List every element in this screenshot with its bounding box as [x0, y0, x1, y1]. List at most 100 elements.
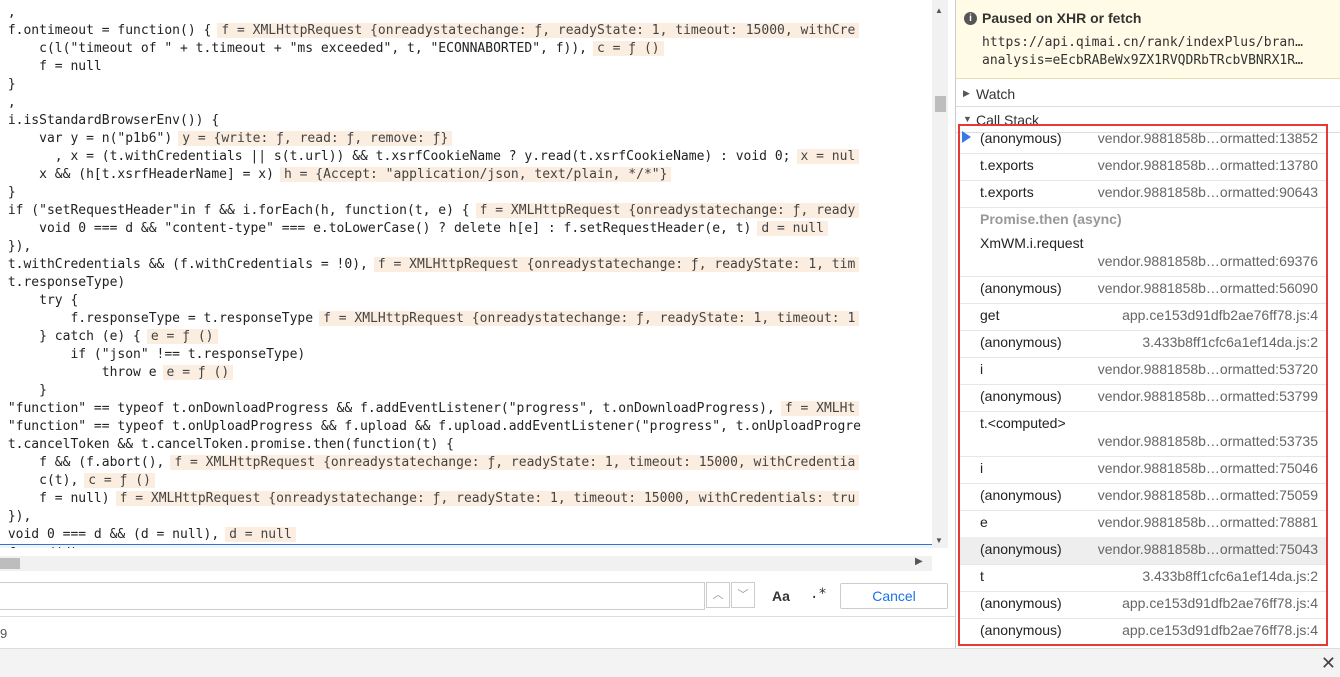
search-prev-icon[interactable]: ︿: [706, 582, 730, 608]
code-text: }),: [0, 239, 32, 254]
match-case-button[interactable]: Aa: [772, 588, 790, 604]
call-frame[interactable]: get app.ce153d91dfb2ae76ff78.js:4: [960, 303, 1326, 331]
code-line[interactable]: }),: [0, 238, 32, 256]
inline-value: d = null: [225, 527, 296, 542]
frame-location-link[interactable]: app.ce153d91dfb2ae76ff78.js:4: [1122, 307, 1318, 323]
code-line[interactable]: c(l("timeout of " + t.timeout + "ms exce…: [0, 40, 664, 58]
call-frame[interactable]: e vendor.9881858b…ormatted:78881: [960, 510, 1326, 538]
code-line[interactable]: } catch (e) {e = ƒ (): [0, 328, 218, 346]
frame-location-link[interactable]: vendor.9881858b…ormatted:75043: [1098, 541, 1318, 557]
code-line[interactable]: t.responseType): [0, 274, 125, 292]
frame-location-link[interactable]: vendor.9881858b…ormatted:78881: [1098, 514, 1318, 530]
frame-location-link[interactable]: vendor.9881858b…ormatted:13852: [1098, 130, 1318, 146]
frame-function-name: (anonymous): [980, 130, 1062, 146]
code-line[interactable]: ,: [0, 94, 16, 112]
scroll-down-icon[interactable]: ▼: [935, 536, 943, 545]
frame-location-link[interactable]: vendor.9881858b…ormatted:75059: [1098, 487, 1318, 503]
code-line[interactable]: , x = (t.withCredentials || s(t.url)) &&…: [0, 148, 860, 166]
frame-location-link[interactable]: vendor.9881858b…ormatted:53735: [1098, 433, 1318, 449]
frame-location-link[interactable]: vendor.9881858b…ormatted:75046: [1098, 460, 1318, 476]
code-editor[interactable]: , f.ontimeout = function() {f = XMLHttpR…: [0, 0, 932, 548]
frame-location-link[interactable]: app.ce153d91dfb2ae76ff78.js:4: [1122, 622, 1318, 638]
regex-button[interactable]: .*: [810, 586, 827, 602]
frame-location-link[interactable]: vendor.9881858b…ormatted:56090: [1098, 280, 1318, 296]
editor-horizontal-scrollbar[interactable]: ▶: [0, 556, 932, 571]
inline-value: e = ƒ (): [162, 365, 234, 380]
code-line[interactable]: t.cancelToken && t.cancelToken.promise.t…: [0, 436, 454, 454]
code-line[interactable]: "function" == typeof t.onUploadProgress …: [0, 418, 861, 436]
frame-function-name: (anonymous): [980, 388, 1062, 404]
paused-banner: i Paused on XHR or fetch https://api.qim…: [956, 0, 1340, 79]
code-line[interactable]: x && (h[t.xsrfHeaderName] = x) h = {Accep…: [0, 166, 672, 184]
editor-vertical-scrollbar[interactable]: ▲ ▼: [932, 0, 948, 548]
frame-location-link[interactable]: app.ce153d91dfb2ae76ff78.js:4: [1122, 595, 1318, 611]
call-frame[interactable]: (anonymous) vendor.9881858b…ormatted:7504…: [960, 537, 1326, 565]
debugger-sidebar: i Paused on XHR or fetch https://api.qim…: [955, 0, 1340, 648]
frame-location-link[interactable]: vendor.9881858b…ormatted:13780: [1098, 157, 1318, 173]
code-text: f.responseType = t.responseType: [0, 311, 314, 326]
call-frame[interactable]: t.<computed> vendor.9881858b…ormatted:537…: [960, 411, 1326, 457]
code-line[interactable]: try {: [0, 292, 78, 310]
close-icon[interactable]: ✕: [1321, 653, 1336, 674]
frame-location-link[interactable]: vendor.9881858b…ormatted:90643: [1098, 184, 1318, 200]
call-frame[interactable]: (anonymous) app.ce153d91dfb2ae76ff78.js:4: [960, 591, 1326, 619]
cancel-button[interactable]: Cancel: [840, 583, 948, 609]
frame-function-name: t.exports: [980, 157, 1034, 173]
code-line[interactable]: f.ontimeout = function() {f = XMLHttpReq…: [0, 22, 860, 40]
search-input[interactable]: [0, 582, 705, 610]
call-stack-list: (anonymous) vendor.9881858b…ormatted:1385…: [958, 124, 1328, 646]
code-line[interactable]: f = null) f = XMLHttpRequest {onreadystat…: [0, 490, 860, 508]
frame-location-link[interactable]: 3.433b8ff1cfc6a1ef14da.js:2: [1142, 334, 1318, 350]
code-line[interactable]: if ("json" !== t.responseType): [0, 346, 305, 364]
frame-function-name: t: [980, 568, 984, 584]
call-frame[interactable]: (anonymous) 3.433b8ff1cfc6a1ef14da.js:2: [960, 330, 1326, 358]
scroll-right-icon[interactable]: ▶: [915, 556, 923, 567]
code-text: }),: [0, 509, 32, 524]
code-line[interactable]: }: [0, 184, 16, 202]
code-text: void 0 === d && "content-type" === e.toL…: [0, 221, 752, 236]
code-line[interactable]: f.responseType = t.responseType f = XMLHt…: [0, 310, 860, 328]
code-line[interactable]: i.isStandardBrowserEnv()) {: [0, 112, 219, 130]
call-frame[interactable]: (anonymous) vendor.9881858b…ormatted:5609…: [960, 276, 1326, 304]
code-line[interactable]: f.send(d): [0, 544, 932, 548]
frame-function-name: t.exports: [980, 184, 1034, 200]
code-line[interactable]: f = null: [0, 58, 102, 76]
call-frame[interactable]: (anonymous) vendor.9881858b…ormatted:7505…: [960, 483, 1326, 511]
call-frame[interactable]: t.exports vendor.9881858b…ormatted:13780: [960, 153, 1326, 181]
hscroll-thumb[interactable]: [0, 558, 20, 569]
call-frame[interactable]: (anonymous) vendor.9881858b…ormatted:5379…: [960, 384, 1326, 412]
code-line[interactable]: void 0 === d && (d = null), d = null: [0, 526, 296, 544]
code-line[interactable]: }: [0, 76, 16, 94]
code-line[interactable]: if ("setRequestHeader"in f && i.forEach(…: [0, 202, 860, 220]
frame-location-link[interactable]: 3.433b8ff1cfc6a1ef14da.js:2: [1142, 568, 1318, 584]
code-text: "function" == typeof t.onUploadProgress …: [0, 419, 861, 434]
frame-location-link[interactable]: vendor.9881858b…ormatted:69376: [1098, 253, 1318, 269]
code-line[interactable]: c(t), c = ƒ (): [0, 472, 155, 490]
watch-section-header[interactable]: ▶ Watch: [956, 82, 1340, 107]
code-line[interactable]: ,: [0, 4, 16, 22]
code-line[interactable]: void 0 === d && "content-type" === e.toL…: [0, 220, 828, 238]
code-line[interactable]: }),: [0, 508, 32, 526]
call-frame[interactable]: i vendor.9881858b…ormatted:75046: [960, 456, 1326, 484]
call-frame[interactable]: t 3.433b8ff1cfc6a1ef14da.js:2: [960, 564, 1326, 592]
frame-function-name: (anonymous): [980, 622, 1062, 638]
code-line[interactable]: t.withCredentials && (f.withCredentials …: [0, 256, 860, 274]
code-line[interactable]: f && (f.abort(), f = XMLHttpRequest {onre…: [0, 454, 860, 472]
code-line[interactable]: }: [0, 382, 47, 400]
scroll-thumb[interactable]: [935, 96, 946, 112]
call-frame[interactable]: (anonymous) vendor.9881858b…ormatted:1385…: [960, 126, 1326, 154]
inline-value: c = ƒ (): [593, 41, 664, 56]
search-next-icon[interactable]: ﹀: [731, 582, 755, 608]
code-line[interactable]: var y = n("p1b6") y = {write: ƒ, read: ƒ,…: [0, 130, 453, 148]
call-frame[interactable]: t.exports vendor.9881858b…ormatted:90643: [960, 180, 1326, 208]
scroll-up-icon[interactable]: ▲: [935, 6, 943, 15]
code-line[interactable]: "function" == typeof t.onDownloadProgres…: [0, 400, 860, 418]
paused-title: Paused on XHR or fetch: [982, 10, 1142, 26]
frame-location-link[interactable]: vendor.9881858b…ormatted:53799: [1098, 388, 1318, 404]
frame-location-link[interactable]: vendor.9881858b…ormatted:53720: [1098, 361, 1318, 377]
call-frame[interactable]: i vendor.9881858b…ormatted:53720: [960, 357, 1326, 385]
code-text: if ("json" !== t.responseType): [0, 347, 306, 362]
call-frame[interactable]: XmWM.i.request vendor.9881858b…ormatted:6…: [960, 231, 1326, 277]
code-line[interactable]: throw e e = ƒ (): [0, 364, 234, 382]
call-frame[interactable]: (anonymous) app.ce153d91dfb2ae76ff78.js:4: [960, 618, 1326, 644]
